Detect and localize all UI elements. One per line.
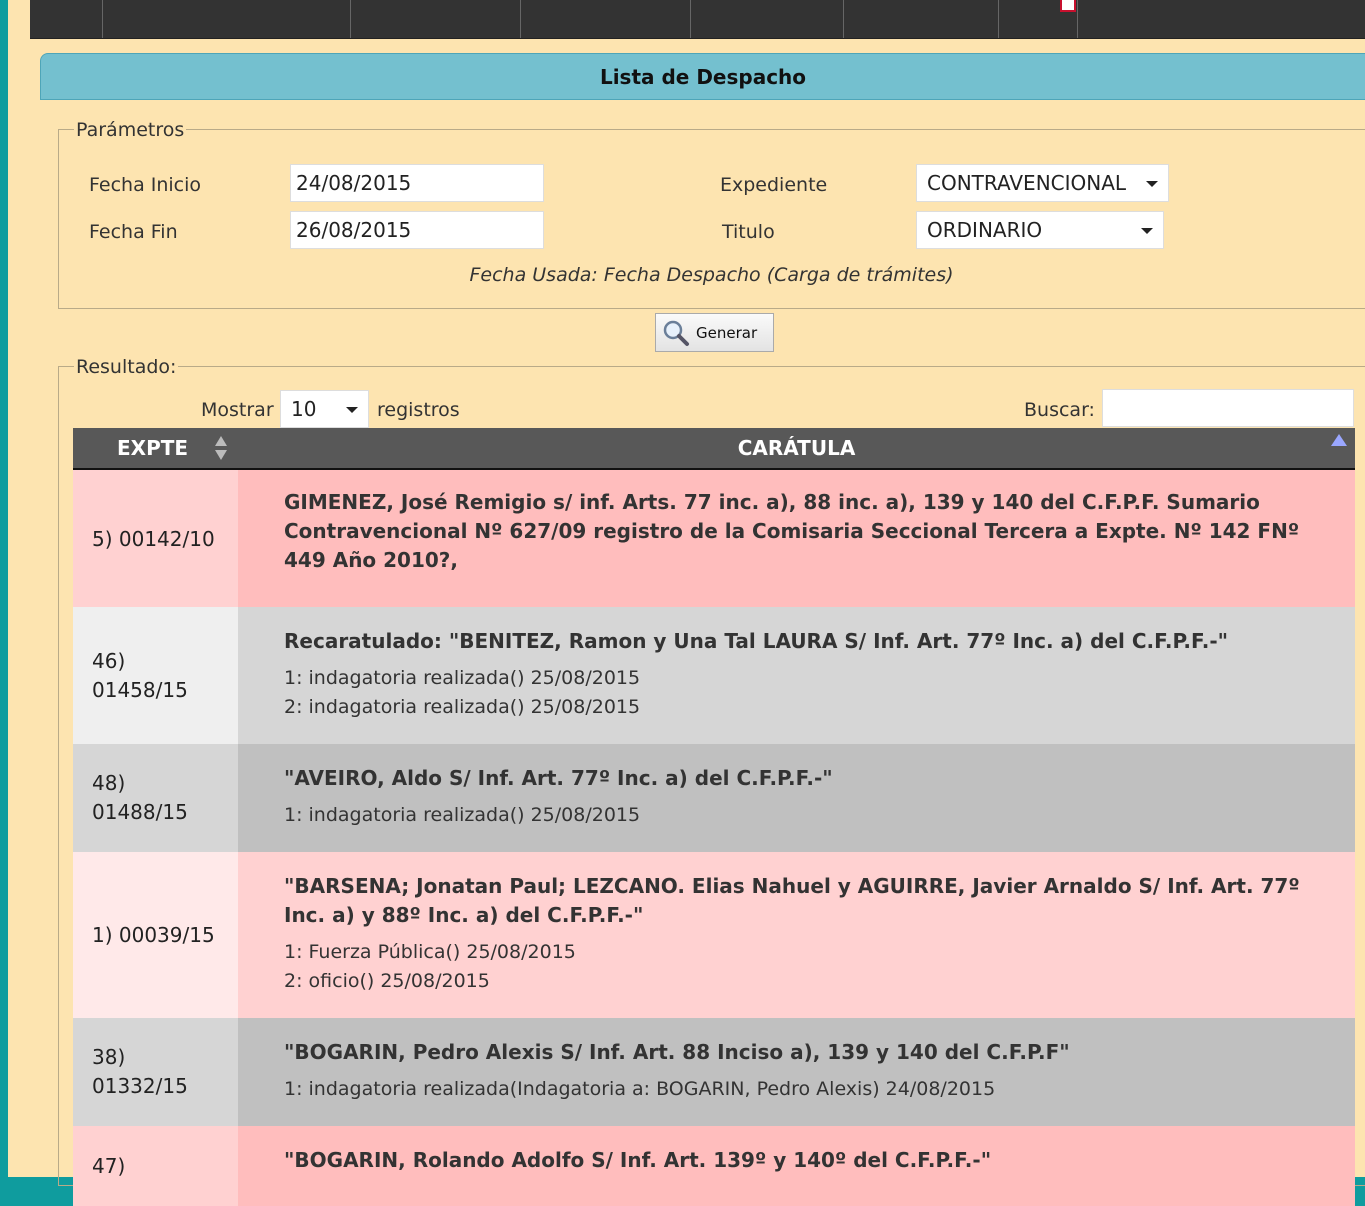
chevron-down-icon: [1141, 228, 1153, 234]
nav-separator: [690, 0, 691, 38]
tramite-item: 1: indagatoria realizada() 25/08/2015: [284, 804, 641, 826]
tramite-item: 1: indagatoria realizada() 25/08/2015: [284, 667, 641, 689]
fecha-inicio-input[interactable]: 24/08/2015: [290, 164, 544, 202]
expediente-select[interactable]: CONTRAVENCIONAL: [916, 164, 1169, 202]
chevron-down-icon: [1146, 181, 1158, 187]
mostrar-label: Mostrar: [201, 399, 274, 421]
table-row[interactable]: 46) 01458/15 Recaratulado: "BENITEZ, Ramo…: [73, 607, 1355, 744]
panel-title: Lista de Despacho: [40, 53, 1365, 100]
expte-value: 1) 00039/15: [92, 923, 215, 947]
generar-label: Generar: [696, 323, 758, 342]
expte-cell: 1) 00039/15: [73, 852, 238, 1018]
fecha-inicio-label: Fecha Inicio: [89, 174, 202, 196]
nav-separator: [843, 0, 844, 38]
tramite-item: 1: Fuerza Pública() 25/08/2015: [284, 941, 576, 963]
fecha-usada-note: Fecha Usada: Fecha Despacho (Carga de tr…: [469, 264, 954, 286]
expte-cell: 48) 01488/15: [73, 744, 238, 852]
expte-cell: 47): [73, 1126, 238, 1206]
table-row[interactable]: 47) "BOGARIN, Rolando Adolfo S/ Inf. Art.…: [73, 1126, 1355, 1206]
caratula-text: "AVEIRO, Aldo S/ Inf. Art. 77º Inc. a) d…: [284, 766, 833, 790]
caratula-cell: GIMENEZ, José Remigio s/ inf. Arts. 77 i…: [238, 470, 1355, 607]
table-row[interactable]: 48) 01488/15 "AVEIRO, Aldo S/ Inf. Art. 7…: [73, 744, 1355, 852]
nav-separator: [1077, 0, 1078, 38]
column-header-caratula[interactable]: CARÁTULA: [238, 428, 1355, 468]
caratula-text: "BOGARIN, Pedro Alexis S/ Inf. Art. 88 I…: [284, 1040, 1070, 1064]
expte-cell: 5) 00142/10: [73, 470, 238, 607]
expediente-select-value: CONTRAVENCIONAL: [927, 171, 1127, 195]
resultado-legend: Resultado:: [74, 356, 179, 378]
page-size-value: 10: [291, 397, 317, 421]
caratula-cell: "BOGARIN, Rolando Adolfo S/ Inf. Art. 13…: [238, 1126, 1355, 1206]
parametros-legend: Parámetros: [74, 119, 187, 141]
caratula-cell: "BOGARIN, Pedro Alexis S/ Inf. Art. 88 I…: [238, 1018, 1355, 1126]
caratula-text: GIMENEZ, José Remigio s/ inf. Arts. 77 i…: [284, 490, 1300, 572]
expte-value: 5) 00142/10: [92, 526, 215, 551]
buscar-label: Buscar:: [1024, 399, 1095, 421]
top-navigation-bar: [30, 0, 1365, 39]
caratula-text: "BARSENA; Jonatan Paul; LEZCANO. Elias N…: [284, 874, 1300, 927]
expte-value: 38) 01332/15: [92, 1045, 188, 1098]
registros-label: registros: [377, 399, 460, 421]
page-size-select[interactable]: 10: [280, 390, 369, 428]
expte-cell: 46) 01458/15: [73, 607, 238, 744]
nav-separator: [998, 0, 999, 38]
nav-separator: [520, 0, 521, 38]
caratula-cell: "AVEIRO, Aldo S/ Inf. Art. 77º Inc. a) d…: [238, 744, 1355, 852]
table-row[interactable]: 38) 01332/15 "BOGARIN, Pedro Alexis S/ In…: [73, 1018, 1355, 1126]
chevron-down-icon: [346, 407, 358, 413]
column-header-caratula-label: CARÁTULA: [737, 436, 856, 460]
table-body: 5) 00142/10 GIMENEZ, José Remigio s/ inf.…: [73, 470, 1355, 1206]
search-input[interactable]: [1102, 389, 1354, 427]
caratula-cell: "BARSENA; Jonatan Paul; LEZCANO. Elias N…: [238, 852, 1355, 1018]
expediente-label: Expediente: [720, 174, 828, 196]
sort-both-icon: [215, 436, 227, 460]
caratula-cell: Recaratulado: "BENITEZ, Ramon y Una Tal …: [238, 607, 1355, 744]
expte-value: 48) 01488/15: [92, 771, 188, 824]
table-row[interactable]: 1) 00039/15 "BARSENA; Jonatan Paul; LEZCA…: [73, 852, 1355, 1018]
magnifier-icon: [663, 320, 689, 346]
nav-separator: [350, 0, 351, 38]
titulo-select[interactable]: ORDINARIO: [916, 211, 1164, 249]
tramite-item: 2: oficio() 25/08/2015: [284, 970, 490, 992]
sort-ascending-icon: [1331, 434, 1347, 446]
titulo-label: Titulo: [722, 221, 775, 243]
caratula-text: Recaratulado: "BENITEZ, Ramon y Una Tal …: [284, 629, 1229, 653]
expte-value: 47): [92, 1154, 126, 1178]
titulo-select-value: ORDINARIO: [927, 218, 1043, 242]
fecha-fin-label: Fecha Fin: [89, 221, 178, 243]
nav-separator: [102, 0, 103, 38]
expte-cell: 38) 01332/15: [73, 1018, 238, 1126]
pdf-icon[interactable]: [1060, 0, 1076, 12]
caratula-text: "BOGARIN, Rolando Adolfo S/ Inf. Art. 13…: [284, 1148, 992, 1172]
table-header: EXPTE CARÁTULA: [73, 428, 1355, 470]
tramite-item: 1: indagatoria realizada(Indagatoria a: …: [284, 1078, 996, 1100]
generar-button[interactable]: Generar: [655, 313, 774, 352]
fecha-fin-input[interactable]: 26/08/2015: [290, 211, 544, 249]
expte-value: 46) 01458/15: [92, 648, 188, 702]
table-row[interactable]: 5) 00142/10 GIMENEZ, José Remigio s/ inf.…: [73, 470, 1355, 607]
results-table: EXPTE CARÁTULA 5) 00142/10 GIMENEZ, José …: [73, 428, 1355, 1206]
tramite-item: 2: indagatoria realizada() 25/08/2015: [284, 696, 641, 718]
column-header-expte-label: EXPTE: [117, 436, 189, 460]
